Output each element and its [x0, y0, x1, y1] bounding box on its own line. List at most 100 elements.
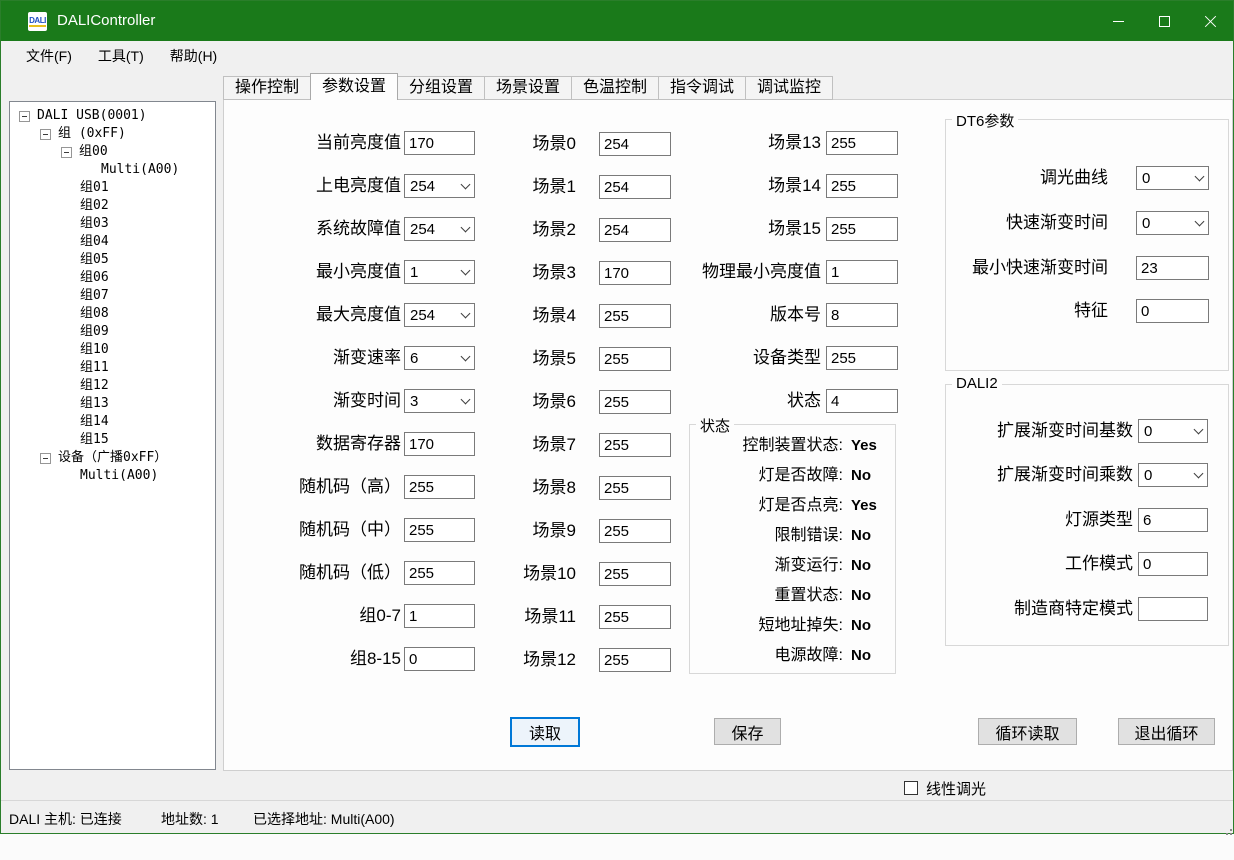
tab-5[interactable]: 指令调试 [658, 76, 746, 100]
param-3-select[interactable]: 1 [404, 260, 475, 284]
status-row-label: 电源故障: [699, 646, 843, 666]
tree-item-label: 组12 [80, 377, 109, 395]
field-label: 场景0 [471, 132, 576, 155]
scene-0-input[interactable] [599, 132, 671, 156]
field-label: 工作模式 [951, 552, 1133, 575]
tree-item[interactable]: 设备（广播0xFF） [10, 449, 215, 467]
tab-0[interactable]: 操作控制 [223, 76, 311, 100]
status-row-label: 渐变运行: [699, 556, 843, 576]
collapse-icon[interactable] [61, 147, 72, 158]
tab-2[interactable]: 分组设置 [397, 76, 485, 100]
linear-dimming-checkbox[interactable] [904, 781, 918, 795]
tree-item[interactable]: 组04 [10, 233, 215, 251]
param-6-select[interactable]: 3 [404, 389, 475, 413]
tree-item[interactable]: 组02 [10, 197, 215, 215]
tab-1[interactable]: 参数设置 [310, 73, 398, 100]
dali2-1-select[interactable]: 0 [1138, 463, 1208, 487]
tree-item[interactable]: 组08 [10, 305, 215, 323]
param-2-select[interactable]: 254 [404, 217, 475, 241]
tree-item[interactable]: 组03 [10, 215, 215, 233]
device-1-input[interactable] [826, 174, 898, 198]
device-2-input[interactable] [826, 217, 898, 241]
tree-item[interactable]: 组11 [10, 359, 215, 377]
tree-item[interactable]: 组07 [10, 287, 215, 305]
scene-3-input[interactable] [599, 261, 671, 285]
menu-item-2[interactable]: 帮助(H) [157, 42, 230, 70]
param-11-input[interactable] [404, 604, 475, 628]
loop-read-button[interactable]: 循环读取 [978, 718, 1077, 745]
menu-item-0[interactable]: 文件(F) [13, 42, 85, 70]
dali2-2-input[interactable] [1138, 508, 1208, 532]
selected-value: 254 [405, 178, 457, 195]
scene-12-input[interactable] [599, 648, 671, 672]
resize-grip-icon[interactable] [1226, 825, 1228, 827]
tree-item[interactable]: 组00 [10, 143, 215, 161]
device-5-input[interactable] [826, 346, 898, 370]
dt6-0-select[interactable]: 0 [1136, 166, 1209, 190]
tree-item[interactable]: 组 (0xFF) [10, 125, 215, 143]
exit-loop-button[interactable]: 退出循环 [1118, 718, 1215, 745]
param-10-input[interactable] [404, 561, 475, 585]
minimize-button[interactable] [1095, 1, 1141, 41]
param-8-input[interactable] [404, 475, 475, 499]
device-3-input[interactable] [826, 260, 898, 284]
scene-7-input[interactable] [599, 433, 671, 457]
tree-item[interactable]: 组10 [10, 341, 215, 359]
dali2-0-select[interactable]: 0 [1138, 419, 1208, 443]
status-row-value: Yes [851, 496, 877, 516]
scene-2-input[interactable] [599, 218, 671, 242]
tab-6[interactable]: 调试监控 [745, 76, 833, 100]
scene-11-input[interactable] [599, 605, 671, 629]
dt6-2-input[interactable] [1136, 256, 1209, 280]
param-9-input[interactable] [404, 518, 475, 542]
tree-item[interactable]: 组14 [10, 413, 215, 431]
scene-9-input[interactable] [599, 519, 671, 543]
dali2-3-input[interactable] [1138, 552, 1208, 576]
tree-item[interactable]: 组01 [10, 179, 215, 197]
dali2-4-input[interactable] [1138, 597, 1208, 621]
scene-8-input[interactable] [599, 476, 671, 500]
tree-item[interactable]: 组06 [10, 269, 215, 287]
scene-5-input[interactable] [599, 347, 671, 371]
close-button[interactable] [1187, 1, 1233, 41]
collapse-icon[interactable] [40, 453, 51, 464]
tree-item-label: 组 (0xFF) [58, 125, 126, 143]
maximize-button[interactable] [1141, 1, 1187, 41]
read-button[interactable]: 读取 [510, 717, 580, 747]
save-button[interactable]: 保存 [714, 718, 781, 745]
param-7-input[interactable] [404, 432, 475, 456]
scene-6-input[interactable] [599, 390, 671, 414]
dt6-1-select[interactable]: 0 [1136, 211, 1209, 235]
tab-4[interactable]: 色温控制 [571, 76, 659, 100]
param-1-select[interactable]: 254 [404, 174, 475, 198]
menu-item-1[interactable]: 工具(T) [85, 42, 157, 70]
device-0-input[interactable] [826, 131, 898, 155]
tree-item[interactable]: 组13 [10, 395, 215, 413]
tree-item[interactable]: 组15 [10, 431, 215, 449]
field-label: 场景4 [471, 304, 576, 327]
dt6-3-input[interactable] [1136, 299, 1209, 323]
param-0-input[interactable] [404, 131, 475, 155]
tree-item[interactable]: Multi(A00) [10, 467, 215, 485]
tree-item[interactable]: 组12 [10, 377, 215, 395]
tree-item[interactable]: DALI USB(0001) [10, 107, 215, 125]
collapse-icon[interactable] [40, 129, 51, 140]
chevron-down-icon [1190, 429, 1207, 433]
param-5-select[interactable]: 6 [404, 346, 475, 370]
tab-3[interactable]: 场景设置 [484, 76, 572, 100]
param-12-input[interactable] [404, 647, 475, 671]
scene-1-input[interactable] [599, 175, 671, 199]
device-6-input[interactable] [826, 389, 898, 413]
tree-item[interactable]: 组09 [10, 323, 215, 341]
param-4-select[interactable]: 254 [404, 303, 475, 327]
device-4-input[interactable] [826, 303, 898, 327]
field-label: 场景3 [471, 261, 576, 284]
collapse-icon[interactable] [19, 111, 30, 122]
dt6-groupbox: DT6参数 [945, 119, 1229, 371]
scene-10-input[interactable] [599, 562, 671, 586]
scene-4-input[interactable] [599, 304, 671, 328]
window-title: DALIController [57, 1, 155, 41]
tree-item[interactable]: Multi(A00) [10, 161, 215, 179]
tree-item-label: 组00 [79, 143, 108, 161]
tree-item[interactable]: 组05 [10, 251, 215, 269]
